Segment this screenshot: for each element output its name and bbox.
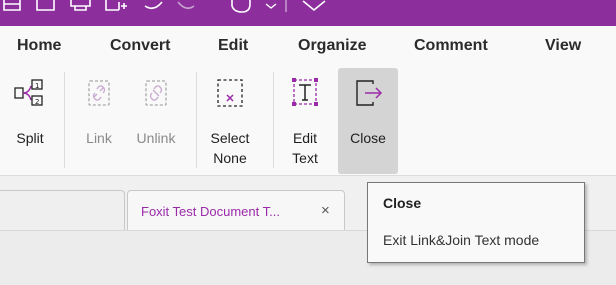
- tooltip-description: Exit Link&Join Text mode: [383, 232, 540, 248]
- select-none-label: Select None: [204, 128, 256, 168]
- select-none-label-line2: None: [213, 150, 247, 166]
- edit-text-label: Edit Text: [282, 128, 328, 168]
- split-label: Split: [16, 130, 44, 146]
- tooltip: Close Exit Link&Join Text mode: [367, 182, 585, 263]
- link-label: Link: [86, 130, 112, 146]
- tab-edit[interactable]: Edit: [218, 37, 248, 55]
- edit-text-button[interactable]: Edit Text: [282, 68, 328, 174]
- document-tab[interactable]: Foxit Test Document T... ×: [127, 190, 345, 230]
- ribbon: 1 2 Split Link Unlink Select None Edit T…: [0, 66, 616, 176]
- select-none-label-line1: Select: [210, 130, 250, 146]
- tab-view[interactable]: View: [545, 37, 581, 55]
- qat-separator: [284, 0, 288, 18]
- edit-text-label-line1: Edit: [292, 130, 318, 146]
- unlink-button[interactable]: Unlink: [126, 68, 186, 174]
- chevron-down-icon[interactable]: [300, 0, 328, 18]
- unlink-icon: [141, 78, 171, 108]
- save-icon[interactable]: [2, 0, 24, 18]
- edit-text-icon: [290, 78, 320, 108]
- split-button[interactable]: 1 2 Split: [0, 68, 60, 174]
- close-button[interactable]: Close: [338, 68, 398, 174]
- close-icon[interactable]: ×: [321, 202, 330, 219]
- ribbon-separator: [273, 72, 274, 168]
- undo-icon[interactable]: [142, 0, 166, 18]
- close-label: Close: [350, 130, 386, 146]
- ribbon-separator: [196, 72, 197, 168]
- svg-text:2: 2: [35, 98, 39, 106]
- select-none-button[interactable]: Select None: [204, 68, 256, 174]
- edit-text-label-line2: Text: [292, 150, 318, 166]
- tab-organize[interactable]: Organize: [298, 37, 366, 55]
- document-tab-title: Foxit Test Document T...: [141, 204, 280, 219]
- select-none-icon: [215, 78, 245, 108]
- menu-bar: Home Convert Edit Organize Comment View: [0, 26, 616, 66]
- previous-document-tab[interactable]: [0, 190, 125, 230]
- new-document-icon[interactable]: [103, 0, 129, 18]
- tab-comment[interactable]: Comment: [414, 37, 488, 55]
- ribbon-separator: [64, 72, 65, 168]
- exit-icon: [353, 78, 383, 108]
- tooltip-title: Close: [383, 195, 422, 211]
- split-icon: 1 2: [13, 78, 43, 108]
- open-icon[interactable]: [34, 0, 58, 18]
- title-bar: [0, 0, 616, 26]
- svg-text:1: 1: [35, 82, 39, 90]
- tab-convert[interactable]: Convert: [110, 37, 170, 55]
- link-button[interactable]: Link: [78, 68, 120, 174]
- link-icon: [84, 78, 114, 108]
- hand-tool-icon[interactable]: [228, 0, 256, 18]
- print-icon[interactable]: [68, 0, 94, 18]
- redo-icon[interactable]: [174, 0, 198, 18]
- qat-dropdown-icon[interactable]: [264, 0, 278, 18]
- tab-home[interactable]: Home: [17, 37, 61, 55]
- unlink-label: Unlink: [136, 130, 176, 146]
